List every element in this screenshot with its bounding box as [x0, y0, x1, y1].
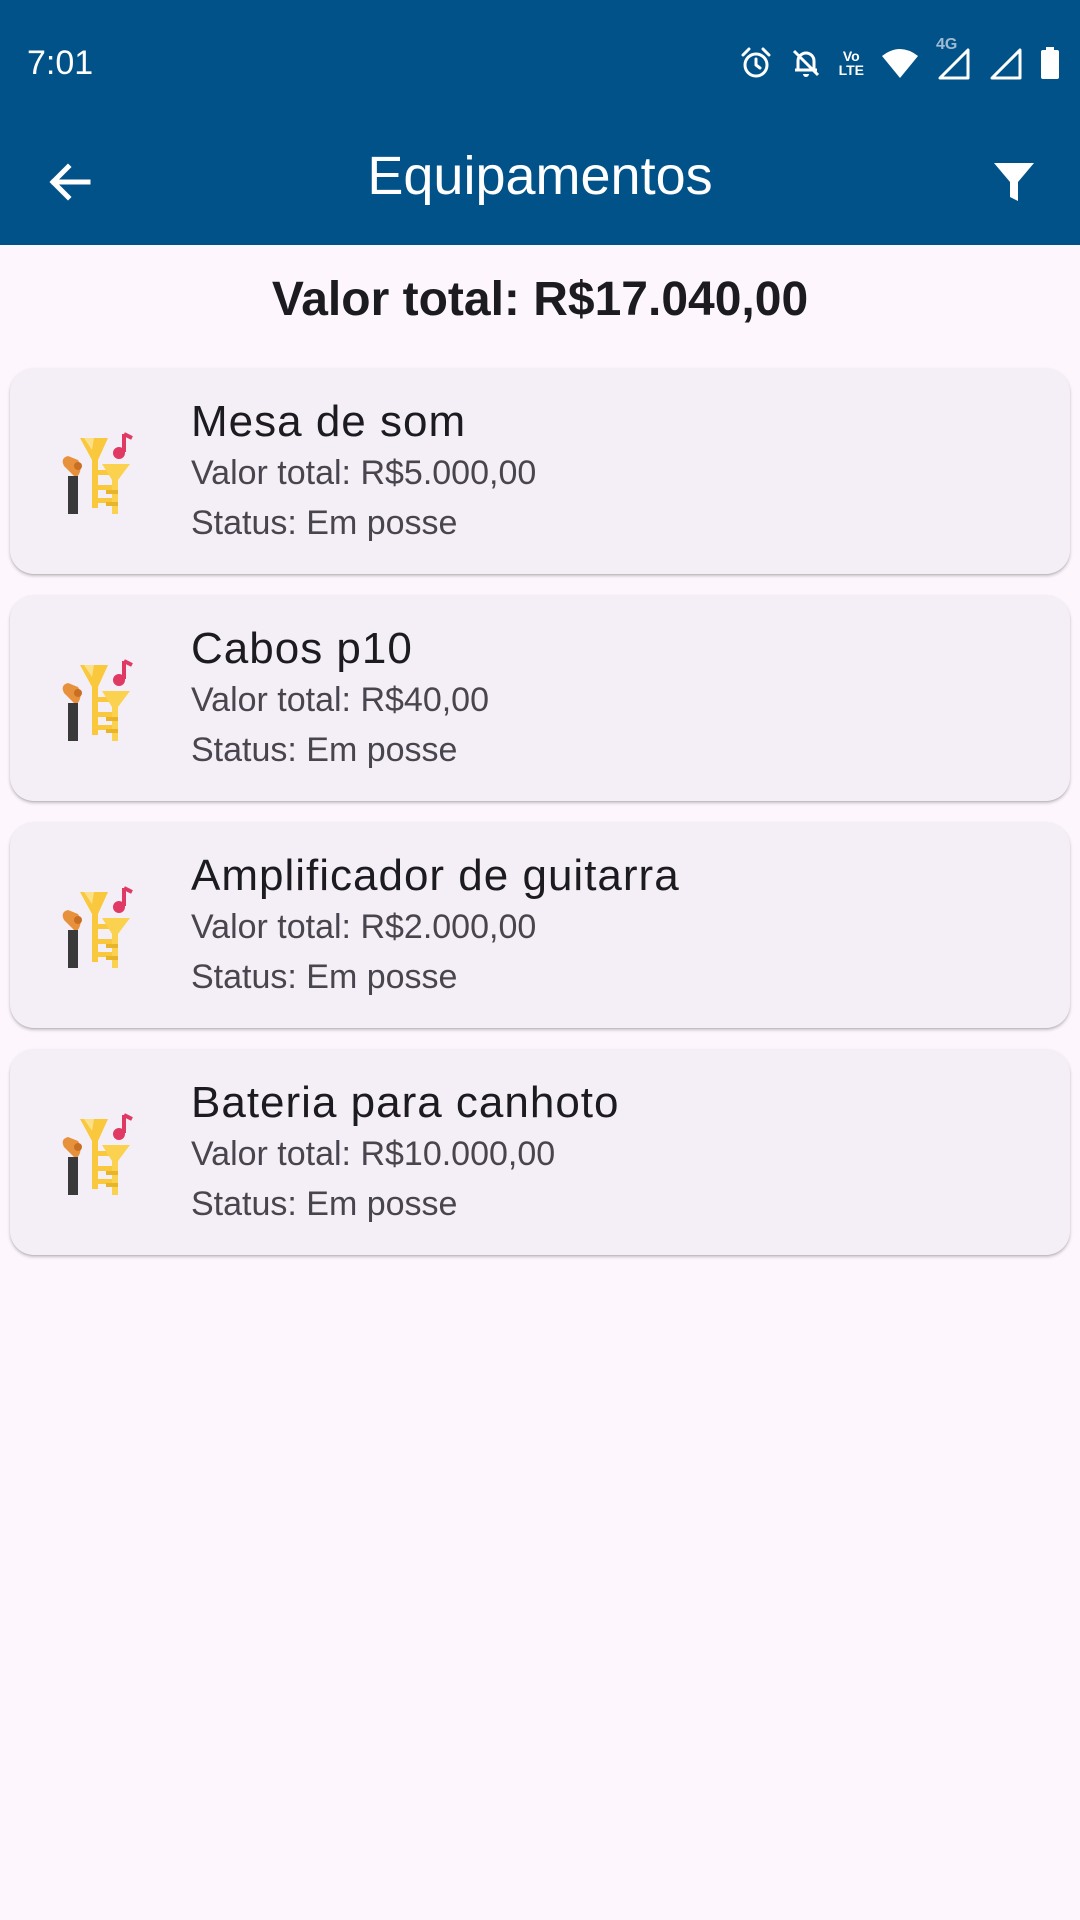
battery-icon	[1040, 46, 1060, 80]
volte-bottom-label: LTE	[838, 62, 864, 78]
musical-instruments-icon	[58, 657, 138, 741]
equipment-card-text: Cabos p10 Valor total: R$40,00 Status: E…	[191, 623, 1050, 775]
equipment-value: Valor total: R$40,00	[191, 681, 489, 719]
volte-icon: Vo LTE	[839, 49, 864, 77]
network-label: 4G	[936, 36, 958, 53]
equipment-card-text: Amplificador de guitarra Valor total: R$…	[191, 850, 1050, 1002]
musical-instruments-icon	[58, 430, 138, 514]
equipment-name: Mesa de som	[191, 397, 467, 446]
equipment-name: Cabos p10	[191, 624, 413, 673]
equipment-status: Status: Em posse	[191, 1185, 458, 1223]
equipment-card[interactable]: Mesa de som Valor total: R$5.000,00 Stat…	[10, 368, 1070, 574]
equipment-card[interactable]: Cabos p10 Valor total: R$40,00 Status: E…	[10, 595, 1070, 801]
notifications-off-icon	[789, 46, 823, 80]
filter-button[interactable]	[984, 152, 1044, 212]
page-title: Equipamentos	[367, 146, 713, 206]
equipment-list: Mesa de som Valor total: R$5.000,00 Stat…	[10, 368, 1070, 1276]
musical-instruments-icon	[58, 884, 138, 968]
equipment-card-text: Bateria para canhoto Valor total: R$10.0…	[191, 1077, 1050, 1229]
equipment-status: Status: Em posse	[191, 958, 458, 996]
equipment-card[interactable]: Amplificador de guitarra Valor total: R$…	[10, 822, 1070, 1028]
filter-icon	[994, 163, 1034, 201]
alarm-icon	[739, 46, 773, 80]
musical-instruments-icon	[58, 1111, 138, 1195]
app-bar: Equipamentos	[0, 122, 1080, 245]
volte-top-label: Vo	[842, 48, 860, 64]
equipment-value: Valor total: R$2.000,00	[191, 908, 537, 946]
equipment-status: Status: Em posse	[191, 504, 458, 542]
equipment-value: Valor total: R$5.000,00	[191, 454, 537, 492]
equipment-name: Bateria para canhoto	[191, 1078, 620, 1127]
equipment-status: Status: Em posse	[191, 731, 458, 769]
total-value-summary: Valor total: R$17.040,00	[271, 273, 809, 326]
equipment-card[interactable]: Bateria para canhoto Valor total: R$10.0…	[10, 1049, 1070, 1255]
wifi-icon	[880, 46, 920, 80]
signal-icon	[988, 46, 1024, 80]
status-icons: Vo LTE 4G	[723, 36, 1060, 83]
equipment-card-text: Mesa de som Valor total: R$5.000,00 Stat…	[191, 396, 1050, 548]
status-time: 7:01	[27, 44, 94, 82]
equipment-value: Valor total: R$10.000,00	[191, 1135, 556, 1173]
equipment-name: Amplificador de guitarra	[191, 851, 680, 900]
signal-4g-icon: 4G	[936, 36, 972, 80]
status-bar: 7:01 Vo LTE 4G	[0, 0, 1080, 122]
